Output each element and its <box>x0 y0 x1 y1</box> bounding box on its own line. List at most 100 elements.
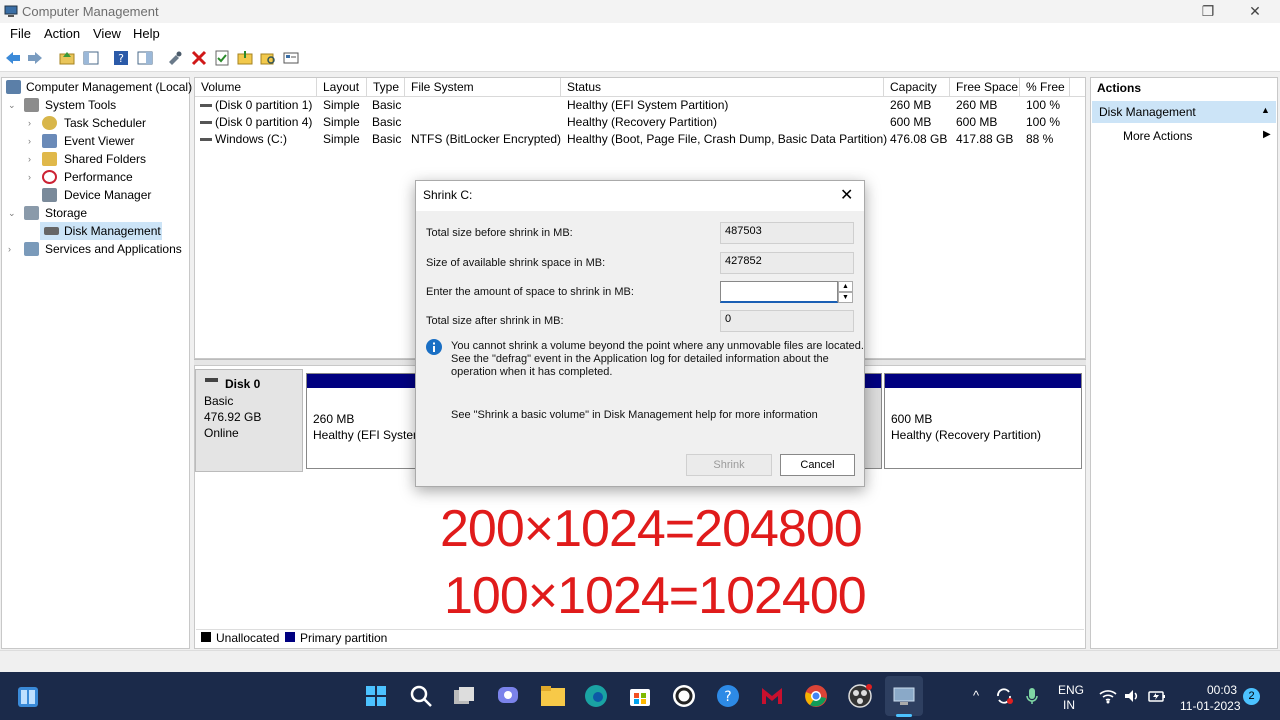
help-icon[interactable]: ? <box>112 49 130 67</box>
sync-icon[interactable] <box>994 687 1014 705</box>
tree-item-system-tools[interactable]: ⌄ System Tools <box>6 96 186 114</box>
open-folder-icon[interactable] <box>236 49 254 67</box>
tree-item-services[interactable]: › Services and Applications <box>6 240 186 258</box>
partition-efi-status: Healthy (EFI System <box>313 428 415 442</box>
show-hide-tree-icon[interactable] <box>82 49 100 67</box>
info-icon <box>426 339 442 355</box>
more-actions-link[interactable]: More Actions <box>1123 129 1192 143</box>
battery-icon[interactable] <box>1147 688 1167 704</box>
tree-item-label: Device Manager <box>64 188 152 202</box>
shrink-button[interactable]: Shrink <box>686 454 772 476</box>
file-explorer-icon[interactable] <box>540 684 566 708</box>
check-icon[interactable] <box>213 49 231 67</box>
spin-up-icon[interactable]: ▲ <box>838 281 853 292</box>
menu-help[interactable]: Help <box>133 26 160 41</box>
tree-item-device-manager[interactable]: Device Manager <box>6 186 186 204</box>
disk-name: Disk 0 <box>225 377 261 391</box>
tree-item-disk-management[interactable]: Disk Management <box>40 222 162 240</box>
chevron-right-icon[interactable]: › <box>28 168 38 186</box>
spin-down-icon[interactable]: ▼ <box>838 292 853 303</box>
store-icon[interactable] <box>628 684 652 708</box>
chevron-up-icon[interactable]: ^ <box>973 688 979 703</box>
obs-icon[interactable] <box>848 684 872 708</box>
edge-icon[interactable] <box>584 684 608 708</box>
menu-action[interactable]: Action <box>44 26 80 41</box>
actions-section-label: Disk Management <box>1099 105 1196 119</box>
primary-partition-bar <box>307 374 415 388</box>
tree-item-label: Disk Management <box>64 224 161 238</box>
wifi-icon[interactable] <box>1099 688 1117 704</box>
microphone-icon[interactable] <box>1025 686 1039 706</box>
partition-windows-edge[interactable] <box>864 373 882 469</box>
column-capacity[interactable]: Capacity <box>884 78 950 96</box>
computer-management-icon <box>4 5 18 17</box>
volume-icon[interactable] <box>1123 688 1141 704</box>
chevron-down-icon[interactable]: ⌄ <box>8 96 18 114</box>
start-icon[interactable] <box>364 684 388 708</box>
language-in[interactable]: IN <box>1063 698 1075 712</box>
properties-pane-icon[interactable] <box>136 49 154 67</box>
column-type[interactable]: Type <box>367 78 405 96</box>
cancel-button[interactable]: Cancel <box>780 454 855 476</box>
tree-root[interactable]: Computer Management (Local) <box>6 78 192 96</box>
disk-state: Online <box>204 426 239 440</box>
chevron-right-icon[interactable]: › <box>28 132 38 150</box>
cell-volume: (Disk 0 partition 4) <box>215 115 313 129</box>
widgets-icon[interactable] <box>17 686 39 708</box>
forward-icon[interactable] <box>26 49 44 67</box>
column-volume[interactable]: Volume <box>195 78 317 96</box>
restore-icon[interactable]: ❐ <box>1196 2 1220 20</box>
column-file-system[interactable]: File System <box>405 78 561 96</box>
chevron-right-icon[interactable]: › <box>28 150 38 168</box>
menu-file[interactable]: File <box>10 26 31 41</box>
language-eng[interactable]: ENG <box>1058 683 1084 697</box>
delete-icon[interactable] <box>190 49 208 67</box>
primary-partition-bar <box>885 374 1081 388</box>
get-help-icon[interactable]: ? <box>716 684 740 708</box>
menu-view[interactable]: View <box>93 26 121 41</box>
tree-item-shared-folders[interactable]: › Shared Folders <box>6 150 186 168</box>
tree-item-event-viewer[interactable]: › Event Viewer <box>6 132 186 150</box>
column-percent-free[interactable]: % Free <box>1020 78 1070 96</box>
chevron-right-icon[interactable]: › <box>8 240 18 258</box>
cell-status: Healthy (Recovery Partition) <box>567 115 718 129</box>
chrome-icon[interactable] <box>804 684 828 708</box>
column-status[interactable]: Status <box>561 78 884 96</box>
tools-icon <box>24 98 39 112</box>
search-icon[interactable] <box>409 684 433 708</box>
close-icon[interactable]: ✕ <box>840 185 853 205</box>
app-circle-icon[interactable] <box>672 684 696 708</box>
task-view-icon[interactable] <box>452 684 476 708</box>
column-free-space[interactable]: Free Space <box>950 78 1020 96</box>
computer-management-taskbar-icon[interactable] <box>892 684 916 708</box>
teams-chat-icon[interactable] <box>496 684 520 708</box>
tree-item-task-scheduler[interactable]: › Task Scheduler <box>6 114 186 132</box>
amount-label: Enter the amount of space to shrink in M… <box>426 286 634 298</box>
menu-bar <box>0 23 1280 45</box>
tree-item-performance[interactable]: › Performance <box>6 168 186 186</box>
search-folder-icon[interactable] <box>259 49 277 67</box>
chevron-right-icon[interactable]: ▶ <box>1263 129 1271 140</box>
chevron-right-icon[interactable]: › <box>28 114 38 132</box>
chevron-down-icon[interactable]: ⌄ <box>8 204 18 222</box>
cell-volume: Windows (C:) <box>215 132 288 146</box>
amount-input[interactable] <box>720 281 838 303</box>
disk-type: Basic <box>204 394 234 408</box>
help-text[interactable]: See "Shrink a basic volume" in Disk Mana… <box>451 409 818 421</box>
view-list-icon[interactable] <box>282 49 300 67</box>
up-folder-icon[interactable] <box>58 49 76 67</box>
tree-item-storage[interactable]: ⌄ Storage <box>6 204 186 222</box>
collapse-up-icon[interactable]: ▲ <box>1261 105 1270 115</box>
total-before-field: 487503 <box>720 222 854 244</box>
cell-free-space: 417.88 GB <box>956 132 1014 146</box>
connect-icon[interactable] <box>166 49 184 67</box>
clock-time[interactable]: 00:03 <box>1207 683 1237 697</box>
close-window-icon[interactable]: ✕ <box>1243 2 1267 20</box>
tree-item-label: Task Scheduler <box>64 116 147 130</box>
notification-badge[interactable]: 2 <box>1243 688 1260 705</box>
mcafee-icon[interactable] <box>760 684 784 708</box>
column-layout[interactable]: Layout <box>317 78 367 96</box>
available-label: Size of available shrink space in MB: <box>426 257 606 269</box>
clock-date[interactable]: 11-01-2023 <box>1180 699 1241 713</box>
back-icon[interactable] <box>4 49 22 67</box>
